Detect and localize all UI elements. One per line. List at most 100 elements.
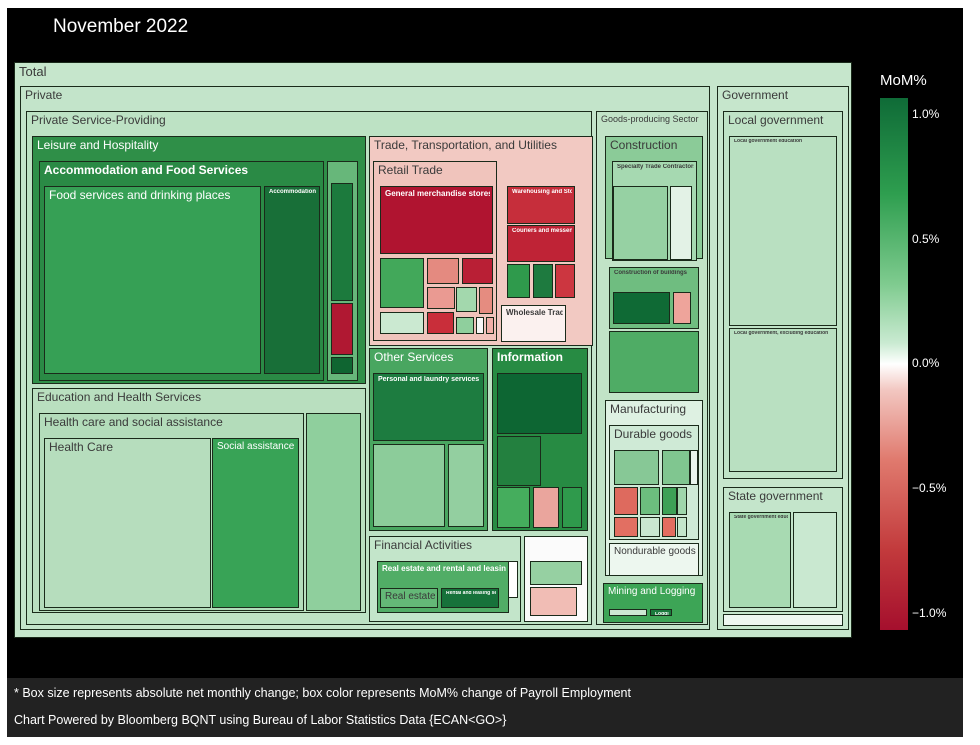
treemap-tile-label: Couriers and messengers [512,228,572,234]
treemap-tile[interactable] [614,487,638,515]
treemap-tile[interactable]: Personal and laundry services [373,373,484,441]
treemap-tile[interactable] [613,292,670,324]
treemap-tile[interactable] [609,609,647,616]
treemap-tile-label: General merchandise stores [385,189,490,198]
treemap-tile-label: Goods-producing Sector [601,114,699,124]
treemap-tile-label: Information [497,351,563,364]
treemap-tile[interactable] [456,287,477,312]
treemap-tile-label: Leisure and Hospitality [37,139,159,152]
treemap-tile-label: Accommodation and Food Services [44,164,249,177]
treemap-tile-label: Education and Health Services [37,391,202,404]
treemap-tile-label: Total [19,65,47,79]
treemap-tile-label: Manufacturing [610,403,687,416]
treemap-tile-label: Health care and social assistance [44,416,223,429]
treemap-tile[interactable]: Local government education [729,136,837,326]
treemap-tile[interactable]: Real estate [380,588,438,608]
treemap-tile[interactable] [662,450,690,485]
treemap-tile[interactable] [690,450,698,485]
treemap-tile[interactable]: Wholesale Trade [501,305,566,342]
treemap-tile-label: Retail Trade [378,164,443,177]
treemap-tile-label: Health Care [49,441,114,454]
treemap-tile[interactable] [614,450,659,485]
treemap-tile[interactable] [427,287,455,309]
treemap-tile[interactable] [614,517,638,537]
treemap-tile[interactable] [331,357,353,374]
treemap-tile-label: Trade, Transportation, and Utilities [374,139,557,152]
colorbar-tick: 0.0% [912,356,940,370]
treemap-tile[interactable]: Health Care [44,438,211,608]
treemap-tile-label: Wholesale Trade [506,308,563,317]
treemap-tile[interactable]: General merchandise stores [380,186,493,254]
treemap-tile[interactable] [793,512,837,608]
treemap-tile[interactable] [640,487,660,515]
treemap-tile-label: Nondurable goods [614,546,696,557]
treemap-tile-label: Real estate and rental and leasing [382,564,506,573]
treemap-tile[interactable] [533,487,559,528]
footer-note: * Box size represents absolute net month… [14,686,631,700]
treemap-tile[interactable] [448,444,484,527]
treemap-tile[interactable] [508,561,518,598]
treemap-tile[interactable] [497,436,541,486]
treemap-tile-label: Construction of buildings [614,270,687,276]
treemap-tile[interactable] [380,312,424,334]
colorbar-title: MoM% [880,72,927,89]
footer-credit: Chart Powered by Bloomberg BQNT using Bu… [14,713,507,727]
treemap-tile[interactable] [555,264,575,298]
treemap-tile[interactable] [427,312,454,334]
treemap-tile[interactable]: State government education [729,512,791,608]
treemap-tile[interactable] [507,264,530,298]
treemap-tile[interactable] [306,413,361,611]
treemap-tile[interactable] [613,186,668,260]
treemap-tile[interactable] [670,186,692,260]
treemap-tile[interactable]: Warehousing and Storage [507,186,575,224]
treemap-tile[interactable]: Food services and drinking places [44,186,261,374]
treemap-tile[interactable] [462,258,493,284]
treemap-tile[interactable]: Nondurable goods [609,543,699,576]
treemap-tile[interactable] [640,517,660,537]
treemap-tile[interactable]: Social assistance [212,438,299,608]
treemap-tile[interactable] [562,487,582,528]
treemap-tile-label: Construction [610,139,678,152]
colorbar-tick: −1.0% [912,606,947,620]
treemap-tile-label: Private Service-Providing [31,114,166,127]
treemap-tile[interactable] [662,517,676,537]
treemap-tile-label: Accommodation [269,189,317,195]
treemap-tile[interactable] [331,183,353,301]
treemap-tile-label: Rental and leasing services [446,591,496,596]
treemap-tile[interactable]: Logging [650,609,672,616]
treemap-tile[interactable] [497,373,582,434]
treemap-tile[interactable] [673,292,691,324]
colorbar-tick: −0.5% [912,481,947,495]
treemap-tile[interactable] [530,587,577,616]
treemap-tile[interactable] [479,287,493,314]
treemap-tile-label: Food services and drinking places [49,189,231,202]
treemap-tile-label: Local government [728,114,824,127]
treemap-tile[interactable] [533,264,553,298]
treemap-tile[interactable] [662,487,677,515]
chart-title: November 2022 [53,16,189,37]
treemap-tile[interactable] [456,317,474,334]
treemap-tile[interactable] [723,614,843,626]
treemap-tile[interactable]: Mining and Logging [603,583,703,623]
treemap-tile[interactable]: Accommodation [264,186,320,374]
treemap-tile[interactable] [497,487,530,528]
treemap-tile-label: Government [722,89,789,102]
treemap-tile-label: Warehousing and Storage [512,189,572,195]
treemap-tile[interactable]: Rental and leasing services [441,588,499,608]
treemap-tile[interactable] [677,517,687,537]
treemap-tile[interactable] [476,317,484,334]
treemap-tile[interactable] [486,317,494,334]
treemap-tile[interactable]: Couriers and messengers [507,225,575,262]
treemap-tile-label: Private [25,89,63,102]
treemap-tile[interactable] [373,444,445,527]
treemap-tile[interactable] [609,331,699,393]
treemap: Total Private Private Service-Providing Lei… [0,0,980,745]
treemap-tile[interactable] [380,258,424,308]
treemap-tile[interactable] [530,561,582,585]
treemap-tile[interactable] [427,258,459,284]
treemap-tile[interactable]: Local government, excluding education [729,328,837,472]
treemap-tile-label: Specialty Trade Contractors [617,164,694,170]
treemap-tile-label: Financial Activities [374,539,473,552]
treemap-tile[interactable] [331,303,353,355]
treemap-tile[interactable] [677,487,687,515]
